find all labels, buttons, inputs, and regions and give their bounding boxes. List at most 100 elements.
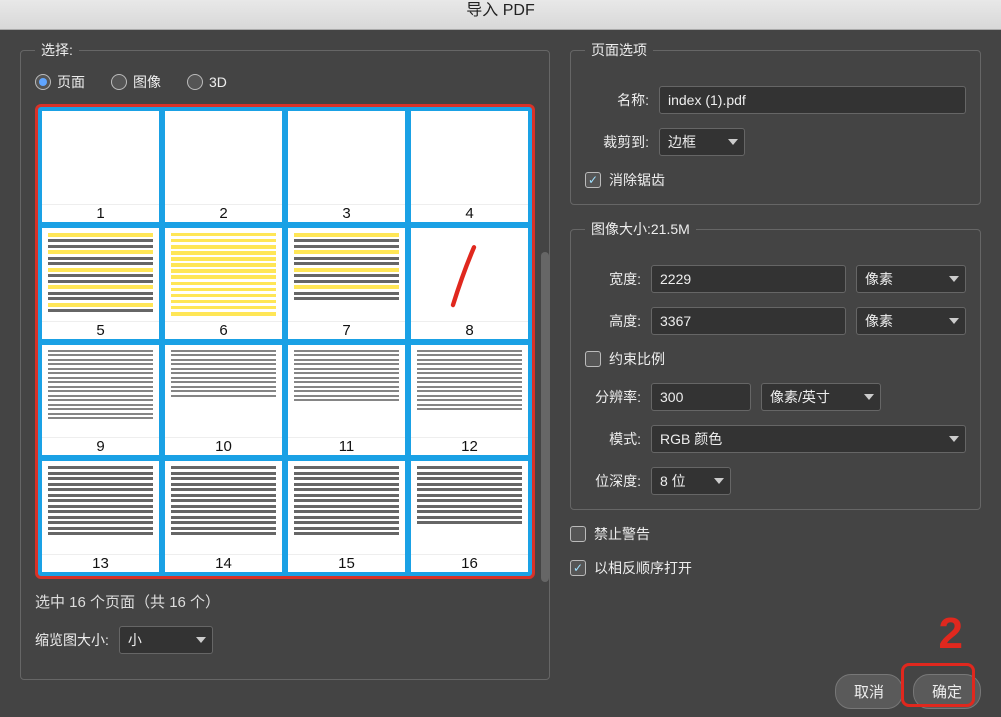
page-thumb[interactable]: 4	[411, 111, 528, 222]
thumb-size-select[interactable]: 小	[119, 626, 213, 654]
height-label: 高度:	[585, 311, 641, 331]
bitdepth-value: 8 位	[660, 471, 686, 491]
chevron-down-icon	[949, 318, 959, 324]
cancel-button[interactable]: 取消	[835, 674, 903, 709]
selection-status: 选中 16 个页面（共 16 个）	[35, 591, 535, 612]
antialias-label: 消除锯齿	[609, 170, 665, 190]
red-stroke-icon	[446, 238, 481, 316]
checkbox-icon	[570, 560, 586, 576]
left-panel: 选择: 页面 图像 3D 1 2	[20, 40, 550, 717]
checkbox-icon	[585, 351, 601, 367]
resolution-unit-select[interactable]: 像素/英寸	[761, 383, 881, 411]
page-thumb[interactable]: 14	[165, 461, 282, 572]
page-number: 3	[288, 204, 405, 222]
page-thumb[interactable]: 9	[42, 345, 159, 456]
radio-image-label: 图像	[133, 72, 161, 92]
thumbnail-grid[interactable]: 1 2 3 4 5 6 7 8 9 10 11 12 13 14 15 16	[35, 104, 535, 579]
radio-dot-icon	[35, 74, 51, 90]
resolution-label: 分辨率:	[585, 387, 641, 407]
page-number: 4	[411, 204, 528, 222]
select-fieldset: 选择: 页面 图像 3D 1 2	[20, 40, 550, 680]
width-unit-value: 像素	[865, 269, 893, 289]
radio-dot-icon	[187, 74, 203, 90]
page-number: 6	[165, 321, 282, 339]
page-thumb[interactable]: 7	[288, 228, 405, 339]
right-panel: 页面选项 名称: 裁剪到: 边框 消除锯齿 图像大小:2	[570, 40, 981, 717]
checkbox-icon	[585, 172, 601, 188]
width-input[interactable]	[651, 265, 846, 293]
select-legend: 选择:	[35, 40, 79, 60]
radio-image[interactable]: 图像	[111, 72, 161, 92]
page-thumb[interactable]: 1	[42, 111, 159, 222]
page-thumb[interactable]: 11	[288, 345, 405, 456]
chevron-down-icon	[949, 436, 959, 442]
crop-label: 裁剪到:	[585, 132, 649, 152]
page-number: 7	[288, 321, 405, 339]
chevron-down-icon	[196, 637, 206, 643]
thumb-size-value: 小	[128, 630, 142, 650]
checkbox-icon	[570, 526, 586, 542]
crop-select[interactable]: 边框	[659, 128, 745, 156]
page-thumb[interactable]: 16	[411, 461, 528, 572]
page-number: 9	[42, 437, 159, 455]
chevron-down-icon	[714, 478, 724, 484]
height-unit-value: 像素	[865, 311, 893, 331]
ok-button[interactable]: 确定	[913, 674, 981, 709]
page-thumb[interactable]: 3	[288, 111, 405, 222]
width-unit-select[interactable]: 像素	[856, 265, 966, 293]
resolution-input[interactable]	[651, 383, 751, 411]
page-thumb[interactable]: 6	[165, 228, 282, 339]
height-unit-select[interactable]: 像素	[856, 307, 966, 335]
resolution-unit-value: 像素/英寸	[770, 387, 830, 407]
suppress-warnings-checkbox[interactable]: 禁止警告	[570, 524, 650, 544]
chevron-down-icon	[728, 139, 738, 145]
page-thumb[interactable]: 10	[165, 345, 282, 456]
chevron-down-icon	[864, 394, 874, 400]
page-options-fieldset: 页面选项 名称: 裁剪到: 边框 消除锯齿	[570, 40, 981, 205]
page-thumb[interactable]: 15	[288, 461, 405, 572]
radio-page-label: 页面	[57, 72, 85, 92]
page-number: 8	[411, 321, 528, 339]
page-number: 14	[165, 554, 282, 572]
page-number: 16	[411, 554, 528, 572]
radio-3d-label: 3D	[209, 74, 227, 90]
name-input[interactable]	[659, 86, 966, 114]
page-number: 10	[165, 437, 282, 455]
reverse-order-label: 以相反顺序打开	[594, 558, 692, 578]
bitdepth-select[interactable]: 8 位	[651, 467, 731, 495]
annotation-number-2: 2	[939, 609, 963, 659]
constrain-label: 约束比例	[609, 349, 665, 369]
constrain-checkbox[interactable]: 约束比例	[585, 349, 665, 369]
crop-value: 边框	[668, 132, 696, 152]
page-number: 13	[42, 554, 159, 572]
radio-dot-icon	[111, 74, 127, 90]
reverse-order-checkbox[interactable]: 以相反顺序打开	[570, 558, 692, 578]
mode-select[interactable]: RGB 颜色	[651, 425, 966, 453]
dialog-title: 导入 PDF	[0, 0, 1001, 30]
width-label: 宽度:	[585, 269, 641, 289]
page-number: 12	[411, 437, 528, 455]
page-number: 15	[288, 554, 405, 572]
radio-3d[interactable]: 3D	[187, 74, 227, 90]
radio-page[interactable]: 页面	[35, 72, 85, 92]
page-options-legend: 页面选项	[585, 40, 653, 60]
page-number: 2	[165, 204, 282, 222]
mode-label: 模式:	[585, 429, 641, 449]
mode-value: RGB 颜色	[660, 429, 722, 449]
antialias-checkbox[interactable]: 消除锯齿	[585, 170, 665, 190]
height-input[interactable]	[651, 307, 846, 335]
name-label: 名称:	[585, 90, 649, 110]
image-size-fieldset: 图像大小:21.5M 宽度: 像素 高度: 像素	[570, 219, 981, 510]
bitdepth-label: 位深度:	[585, 471, 641, 491]
page-number: 1	[42, 204, 159, 222]
chevron-down-icon	[949, 276, 959, 282]
image-size-legend: 图像大小:21.5M	[585, 219, 696, 239]
thumb-scrollbar[interactable]	[541, 252, 549, 582]
page-thumb[interactable]: 8	[411, 228, 528, 339]
page-thumb[interactable]: 13	[42, 461, 159, 572]
thumb-size-label: 缩览图大小:	[35, 630, 109, 650]
page-thumb[interactable]: 2	[165, 111, 282, 222]
suppress-warnings-label: 禁止警告	[594, 524, 650, 544]
page-thumb[interactable]: 12	[411, 345, 528, 456]
page-thumb[interactable]: 5	[42, 228, 159, 339]
